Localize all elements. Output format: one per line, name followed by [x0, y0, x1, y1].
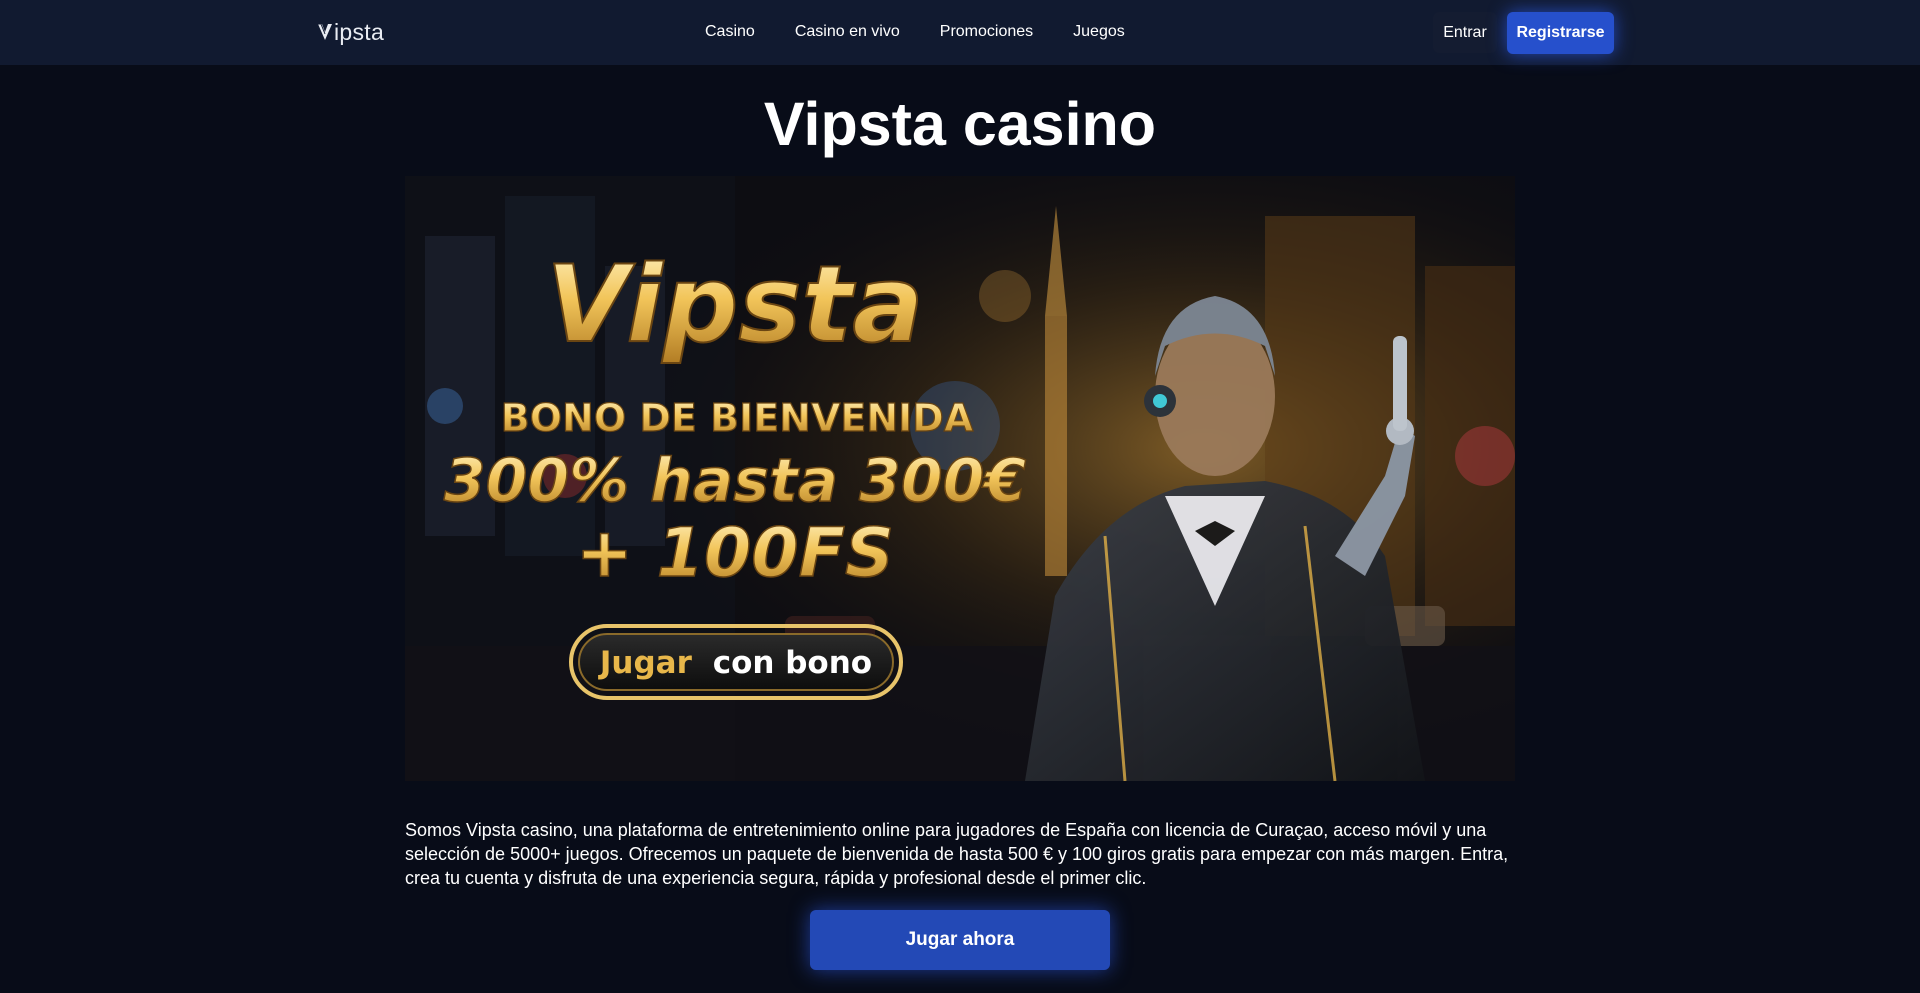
nav-promociones[interactable]: Promociones [940, 23, 1033, 41]
banner-artwork: Vipsta BONO DE BIENVENIDA 300% hasta 300… [405, 176, 1515, 781]
nav-casino[interactable]: Casino [705, 23, 755, 41]
cta-word-con-bono: con bono [713, 645, 872, 681]
register-button[interactable]: Registrarse [1507, 12, 1614, 54]
logo-text: ipsta [334, 18, 385, 45]
banner-cta-button[interactable]: Jugar con bono [569, 624, 903, 700]
intro-paragraph: Somos Vipsta casino, una plataforma de e… [405, 820, 1509, 888]
svg-text:Jugar con bono: Jugar con bono [598, 645, 872, 681]
logo-v-icon [318, 23, 332, 40]
vipsta-logo[interactable]: ipsta [317, 19, 384, 45]
banner-offer-line2: + 100FS [576, 514, 894, 593]
nav-juegos[interactable]: Juegos [1073, 23, 1125, 41]
welcome-bonus-banner[interactable]: Vipsta BONO DE BIENVENIDA 300% hasta 300… [405, 176, 1515, 781]
login-button[interactable]: Entrar [1433, 12, 1497, 53]
banner-brand: Vipsta [546, 243, 924, 366]
banner-offer-line1: 300% hasta 300€ [444, 446, 1026, 516]
nav-casino-en-vivo[interactable]: Casino en vivo [795, 23, 900, 41]
site-header: ipsta Casino Casino en vivo Promociones … [0, 0, 1920, 65]
main-nav: Casino Casino en vivo Promociones Juegos [705, 23, 1125, 41]
cta-word-jugar: Jugar [598, 645, 693, 681]
banner-headline: BONO DE BIENVENIDA [501, 396, 974, 440]
play-now-button[interactable]: Jugar ahora [810, 910, 1110, 970]
page-title: Vipsta casino [763, 90, 1157, 158]
